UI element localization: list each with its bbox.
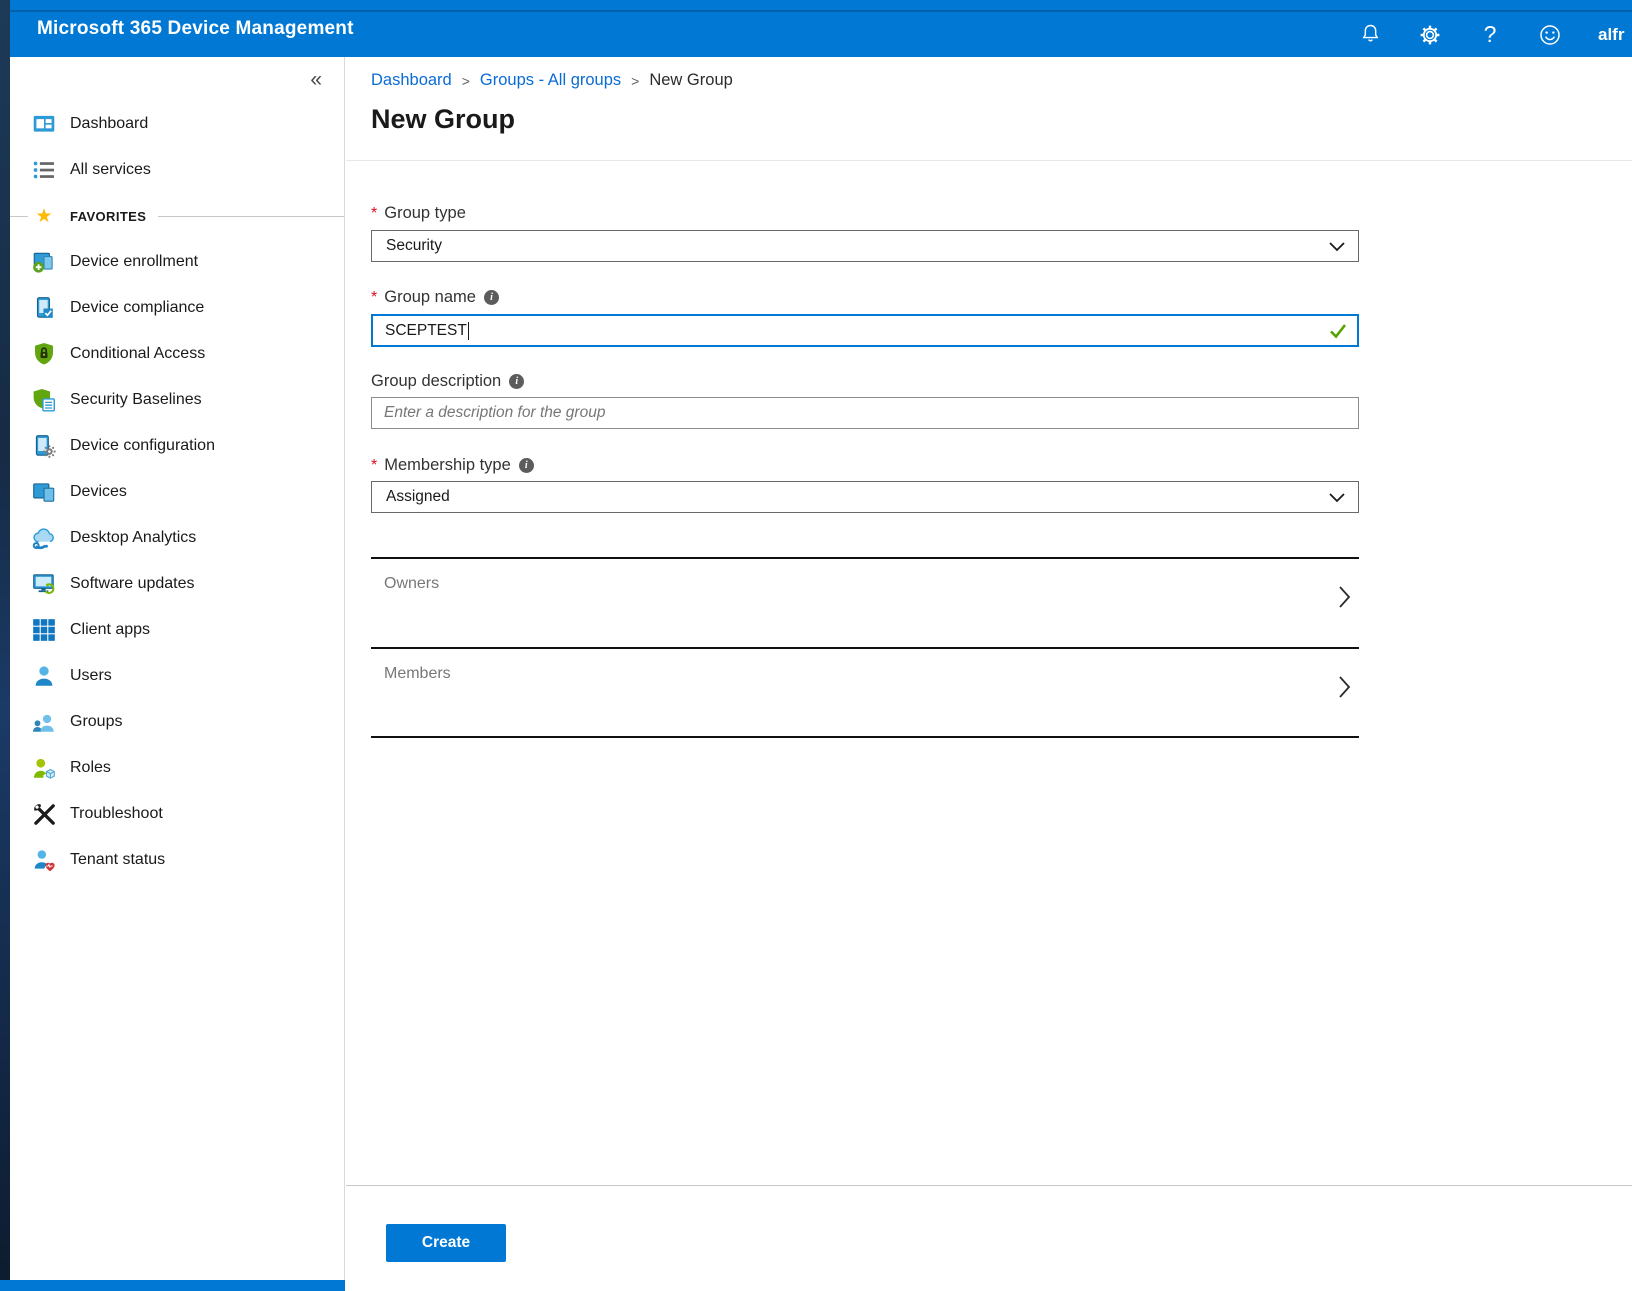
group-description-input[interactable] [371,397,1359,429]
smiley-icon[interactable] [1538,23,1562,47]
sidebar-item-users[interactable]: Users [10,653,344,699]
breadcrumb-separator: > [462,73,470,89]
membership-type-value: Assigned [386,488,450,506]
sidebar-item-security-baselines[interactable]: Security Baselines [10,377,344,423]
members-label: Members [384,665,451,683]
breadcrumb-separator: > [631,73,639,89]
chevron-down-icon [1329,493,1345,503]
sidebar-item-roles[interactable]: Roles [10,745,344,791]
security-baselines-icon [31,387,57,413]
main-content: Dashboard > Groups - All groups > New Gr… [346,57,1632,1291]
membership-type-label: * Membership type i [371,456,534,475]
device-configuration-icon [31,433,57,459]
devices-icon [31,479,57,505]
chevron-down-icon [1329,242,1345,252]
conditional-access-icon [31,341,57,367]
troubleshoot-icon [31,801,57,827]
users-icon [31,663,57,689]
device-enrollment-icon [31,249,57,275]
required-marker: * [371,289,377,307]
sidebar-item-tenant-status[interactable]: Tenant status [10,837,344,883]
create-button[interactable]: Create [386,1224,506,1262]
group-name-input[interactable]: SCEPTEST [371,314,1359,347]
group-type-label: * Group type [371,204,466,223]
sidebar-item-client-apps[interactable]: Client apps [10,607,344,653]
sidebar-item-groups[interactable]: Groups [10,699,344,745]
breadcrumb: Dashboard > Groups - All groups > New Gr… [371,71,733,90]
info-icon[interactable]: i [519,458,534,473]
owners-row[interactable]: Owners [371,559,1359,648]
topbar: Microsoft 365 Device Management ? alfr [10,0,1632,57]
members-row[interactable]: Members [371,649,1359,738]
breadcrumb-current: New Group [649,71,732,90]
software-updates-icon [31,571,57,597]
sidebar: « Dashboard All services ★ FAVORITES Dev… [10,57,345,1280]
page-title: New Group [371,104,515,135]
groups-icon [31,709,57,735]
divider [346,160,1632,161]
required-marker: * [371,457,377,475]
sidebar-bottom-bar [0,1280,345,1291]
star-icon: ★ [31,205,57,228]
sidebar-item-dashboard[interactable]: Dashboard [10,101,344,147]
sidebar-item-conditional-access[interactable]: Conditional Access [10,331,344,377]
sidebar-item-device-compliance[interactable]: Device compliance [10,285,344,331]
roles-icon [31,755,57,781]
app-title: Microsoft 365 Device Management [37,18,354,40]
sidebar-item-all-services[interactable]: All services [10,147,344,193]
gear-icon[interactable] [1418,23,1442,47]
group-name-value: SCEPTEST [385,322,467,340]
sidebar-item-devices[interactable]: Devices [10,469,344,515]
membership-type-select[interactable]: Assigned [371,481,1359,513]
text-cursor [468,322,469,340]
sidebar-collapse-button[interactable]: « [310,68,322,92]
breadcrumb-dashboard[interactable]: Dashboard [371,71,452,90]
breadcrumb-groups-all-groups[interactable]: Groups - All groups [480,71,621,90]
footer-divider [346,1185,1632,1186]
sidebar-item-device-enrollment[interactable]: Device enrollment [10,239,344,285]
all-services-icon [31,157,57,183]
group-description-label: Group description i [371,372,524,391]
chevron-right-icon [1338,585,1351,609]
divider [10,216,28,217]
info-icon[interactable]: i [509,374,524,389]
group-name-label: * Group name i [371,288,499,307]
sidebar-item-desktop-analytics[interactable]: Desktop Analytics [10,515,344,561]
favorites-header: ★ FAVORITES [10,193,344,239]
info-icon[interactable]: i [484,290,499,305]
sidebar-item-software-updates[interactable]: Software updates [10,561,344,607]
tenant-status-icon [31,847,57,873]
window-edge-strip [0,0,10,1291]
group-type-select[interactable]: Security [371,230,1359,262]
group-type-value: Security [386,237,442,255]
sidebar-item-device-configuration[interactable]: Device configuration [10,423,344,469]
dashboard-icon [31,111,57,137]
valid-check-icon [1329,323,1347,339]
sidebar-item-troubleshoot[interactable]: Troubleshoot [10,791,344,837]
help-icon[interactable]: ? [1478,23,1502,47]
user-name[interactable]: alfr [1598,25,1632,45]
owners-label: Owners [384,575,439,593]
desktop-analytics-icon [31,525,57,551]
bell-icon[interactable] [1358,23,1382,47]
divider [371,736,1359,738]
chevron-right-icon [1338,675,1351,699]
required-marker: * [371,205,377,223]
client-apps-icon [31,617,57,643]
divider [158,216,344,217]
device-compliance-icon [31,295,57,321]
